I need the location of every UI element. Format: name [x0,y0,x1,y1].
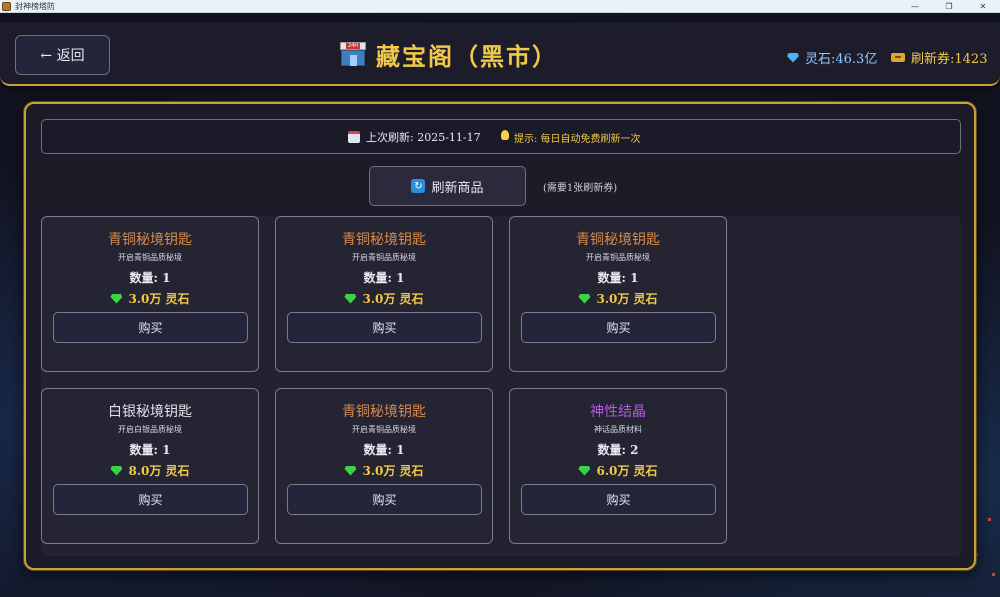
price-label: 3.0万 灵石 [362,292,424,306]
buy-button[interactable]: 购买 [53,484,248,515]
tickets-balance: 刷新券:1423 [891,48,987,67]
item-description: 神话品质材料 [594,425,642,434]
gem-icon [344,293,357,304]
gem-icon [787,52,799,63]
gem-icon [344,465,357,476]
item-quantity: 数量: 1 [597,271,639,285]
ticket-icon [891,53,905,62]
price-label: 8.0万 灵石 [128,464,190,478]
app-icon [2,1,11,11]
buy-button[interactable]: 购买 [53,312,248,343]
item-grid: 青铜秘境钥匙 开启青铜品质秘境 数量: 1 3.0万 灵石 购买 青铜秘境钥匙 … [41,216,961,556]
item-card: 青铜秘境钥匙 开启青铜品质秘境 数量: 1 3.0万 灵石 购买 [275,216,493,372]
last-refresh-text: 上次刷新: 2025-11-17 [366,131,481,144]
item-name: 青铜秘境钥匙 [108,232,192,248]
item-price: 3.0万 灵石 [510,290,726,307]
item-description: 开启白银品质秘境 [118,425,182,434]
gem-icon [578,465,591,476]
item-description: 开启青铜品质秘境 [352,425,416,434]
refresh-items-button[interactable]: ↻ 刷新商品 [369,166,526,206]
buy-button[interactable]: 购买 [521,484,716,515]
gem-icon [110,293,123,304]
minimize-icon[interactable]: — [898,0,932,13]
item-quantity: 数量: 1 [363,271,405,285]
backdrop-decoration [992,573,995,576]
page-title: 藏宝阁（黑市） [376,41,558,71]
gems-label: 灵石:46.3亿 [805,52,878,67]
buy-button[interactable]: 购买 [287,484,482,515]
item-card: 白银秘境钥匙 开启白银品质秘境 数量: 1 8.0万 灵石 购买 [41,388,259,544]
item-description: 开启青铜品质秘境 [352,253,416,262]
price-label: 3.0万 灵石 [362,464,424,478]
item-description: 开启青铜品质秘境 [118,253,182,262]
header-bar: ← 返回 24H 藏宝阁（黑市） 灵石:46.3亿 刷新券:1423 [0,22,1000,86]
maximize-icon[interactable]: ❐ [932,0,966,13]
item-price: 8.0万 灵石 [42,462,258,479]
calendar-icon [348,131,360,143]
buy-button[interactable]: 购买 [521,312,716,343]
item-card: 青铜秘境钥匙 开启青铜品质秘境 数量: 1 3.0万 灵石 购买 [41,216,259,372]
item-quantity: 数量: 1 [363,443,405,457]
item-quantity: 数量: 1 [129,271,171,285]
refresh-icon: ↻ [411,179,426,193]
item-name: 青铜秘境钥匙 [342,232,426,248]
backdrop-decoration [988,518,991,521]
gems-balance: 灵石:46.3亿 [787,48,877,67]
item-price: 3.0万 灵石 [276,462,492,479]
item-card: 青铜秘境钥匙 开启青铜品质秘境 数量: 1 3.0万 灵石 购买 [509,216,727,372]
window-title: 封神榜塔防 [15,1,55,11]
price-label: 3.0万 灵石 [596,292,658,306]
back-button[interactable]: ← 返回 [15,35,110,75]
close-icon[interactable]: ✕ [966,0,1000,13]
refresh-cost-note: (需要1张刷新券) [543,183,618,194]
item-price: 6.0万 灵石 [510,462,726,479]
refresh-button-label: 刷新商品 [431,180,484,196]
item-quantity: 数量: 2 [597,443,639,457]
item-name: 白银秘境钥匙 [108,404,192,420]
price-label: 6.0万 灵石 [596,464,658,478]
info-bar: 上次刷新: 2025-11-17 提示: 每日自动免费刷新一次 [41,119,961,154]
window-titlebar: 封神榜塔防 — ❐ ✕ [0,0,1000,13]
item-card: 青铜秘境钥匙 开启青铜品质秘境 数量: 1 3.0万 灵石 购买 [275,388,493,544]
title-group: 24H 藏宝阁（黑市） [340,36,558,72]
shop-panel: 上次刷新: 2025-11-17 提示: 每日自动免费刷新一次 ↻ 刷新商品 (… [24,102,976,570]
window-controls: — ❐ ✕ [898,0,1000,13]
tickets-label: 刷新券:1423 [911,52,988,67]
item-name: 神性结晶 [590,404,646,420]
buy-button[interactable]: 购买 [287,312,482,343]
item-name: 青铜秘境钥匙 [576,232,660,248]
item-quantity: 数量: 1 [129,443,171,457]
tip-text: 提示: 每日自动免费刷新一次 [514,134,641,145]
lightbulb-icon [501,130,509,140]
item-card: 神性结晶 神话品质材料 数量: 2 6.0万 灵石 购买 [509,388,727,544]
item-price: 3.0万 灵石 [42,290,258,307]
item-name: 青铜秘境钥匙 [342,404,426,420]
shop-icon: 24H [340,42,366,66]
gem-icon [578,293,591,304]
price-label: 3.0万 灵石 [128,292,190,306]
gem-icon [110,465,123,476]
item-description: 开启青铜品质秘境 [586,253,650,262]
item-price: 3.0万 灵石 [276,290,492,307]
